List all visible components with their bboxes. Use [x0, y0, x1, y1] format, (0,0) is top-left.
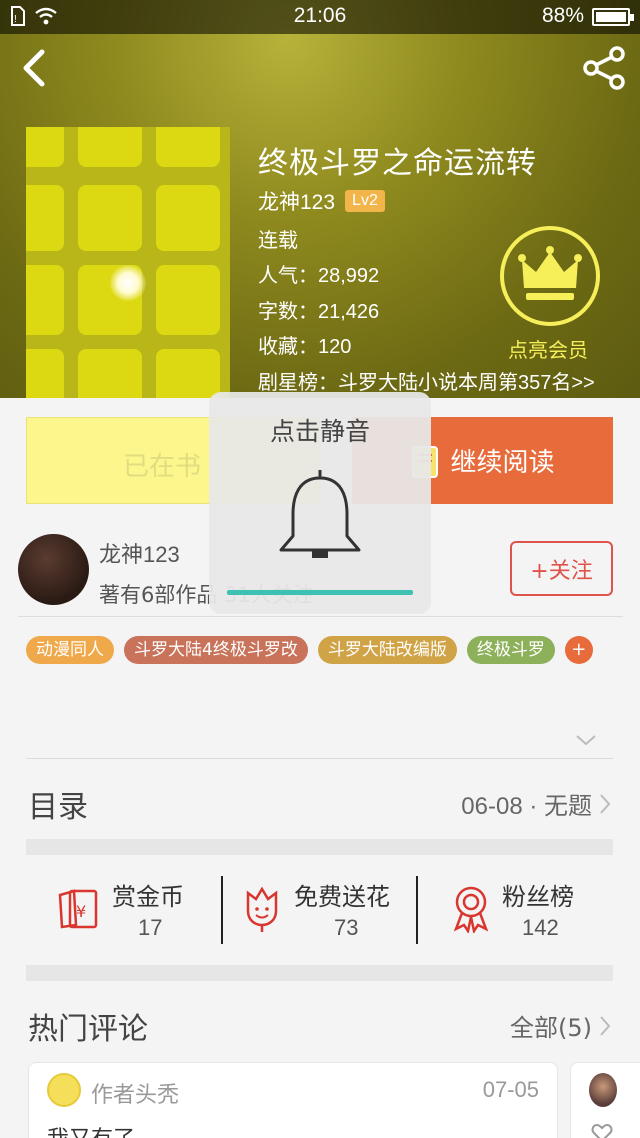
comment-date: 07-05	[482, 1077, 539, 1102]
tag-item[interactable]: 斗罗大陆4终极斗罗改	[124, 636, 308, 664]
share-icon[interactable]	[580, 44, 628, 92]
catalog-title[interactable]: 目录	[28, 782, 88, 826]
stat-separator	[416, 876, 418, 944]
section-divider	[26, 839, 613, 855]
medal-icon	[453, 886, 489, 933]
stat-separator	[221, 876, 223, 944]
stat-value: 73	[334, 915, 359, 940]
crown-icon	[518, 246, 582, 300]
reward-coins-stat[interactable]: ¥ 赏金币 17	[54, 875, 214, 945]
stat-label: 免费送花	[294, 883, 390, 911]
continue-reading-label: 继续阅读	[450, 448, 555, 478]
book-title: 终极斗罗之命运流转	[258, 146, 537, 181]
vip-button[interactable]	[500, 226, 600, 326]
book-favorites: 收藏：120	[258, 336, 352, 358]
follow-button[interactable]: +关注	[510, 541, 613, 596]
expand-chevron-icon[interactable]	[574, 730, 598, 750]
battery-icon	[592, 8, 634, 26]
tag-item[interactable]: 终极斗罗	[466, 636, 555, 664]
add-tag-button[interactable]: +	[564, 636, 593, 664]
status-bar: ! 21:06 88%	[0, 0, 640, 34]
catalog-latest[interactable]: 06-08 · 无题	[461, 786, 612, 821]
in-shelf-label: 已在书	[123, 452, 202, 482]
divider	[26, 758, 613, 759]
author-name[interactable]: 龙神123	[99, 537, 180, 569]
stat-label: 粉丝榜	[502, 883, 574, 911]
all-comments-link[interactable]: 全部(5)	[510, 1008, 612, 1043]
book-popularity: 人气：28,992	[258, 265, 380, 287]
commenter-avatar[interactable]	[589, 1073, 617, 1107]
stat-value: 17	[138, 915, 163, 940]
comment-text: 我又有了	[47, 1121, 135, 1138]
tag-list: 动漫同人 斗罗大陆4终极斗罗改 斗罗大陆改编版 终极斗罗 +	[26, 636, 593, 664]
level-badge: Lv2	[345, 190, 385, 212]
hot-comments-title: 热门评论	[28, 1012, 148, 1047]
commenter-avatar[interactable]	[47, 1073, 81, 1107]
tag-item[interactable]: 动漫同人	[26, 636, 114, 664]
comment-card[interactable]	[570, 1062, 640, 1138]
mute-progress-bar	[227, 590, 413, 595]
comment-card[interactable]: 作者头秃 07-05 我又有了	[28, 1062, 558, 1138]
vip-label[interactable]: 点亮会员	[508, 334, 588, 363]
stat-value: 142	[522, 915, 559, 940]
book-ranking[interactable]: 剧星榜：斗罗大陆小说本周第357名>>	[258, 366, 595, 395]
mute-title: 点击静音	[269, 417, 370, 446]
catalog-latest-text: 06-08 · 无题	[461, 793, 592, 820]
svg-text:¥: ¥	[76, 902, 86, 921]
like-icon[interactable]	[591, 1123, 613, 1138]
red-envelope-icon: ¥	[58, 889, 98, 929]
divider	[18, 616, 623, 617]
free-flower-stat[interactable]: 免费送花 73	[242, 875, 412, 945]
flower-icon	[246, 886, 278, 932]
section-divider	[26, 965, 613, 981]
mute-popup[interactable]: 点击静音	[209, 392, 431, 614]
chevron-right-icon	[600, 1015, 611, 1036]
back-icon[interactable]	[14, 46, 54, 90]
tag-item[interactable]: 斗罗大陆改编版	[317, 636, 457, 664]
book-word-count: 字数：21,426	[258, 301, 380, 323]
chevron-right-icon	[600, 793, 611, 814]
book-cover[interactable]	[26, 127, 230, 398]
fan-ranking-stat[interactable]: 粉丝榜 142	[450, 875, 600, 945]
all-comments-label: 全部(5)	[510, 1014, 592, 1042]
book-author[interactable]: 龙神123	[258, 186, 335, 216]
commenter-name[interactable]: 作者头秃	[91, 1077, 179, 1109]
book-header: ! 21:06 88% 终极斗罗之命运流转 龙神123 Lv2 连载 人气：28…	[0, 0, 640, 398]
stat-label: 赏金币	[112, 883, 184, 911]
author-avatar[interactable]	[18, 534, 89, 605]
book-status: 连载	[258, 230, 298, 252]
battery-percent: 88%	[541, 4, 584, 27]
bell-icon	[279, 470, 361, 558]
